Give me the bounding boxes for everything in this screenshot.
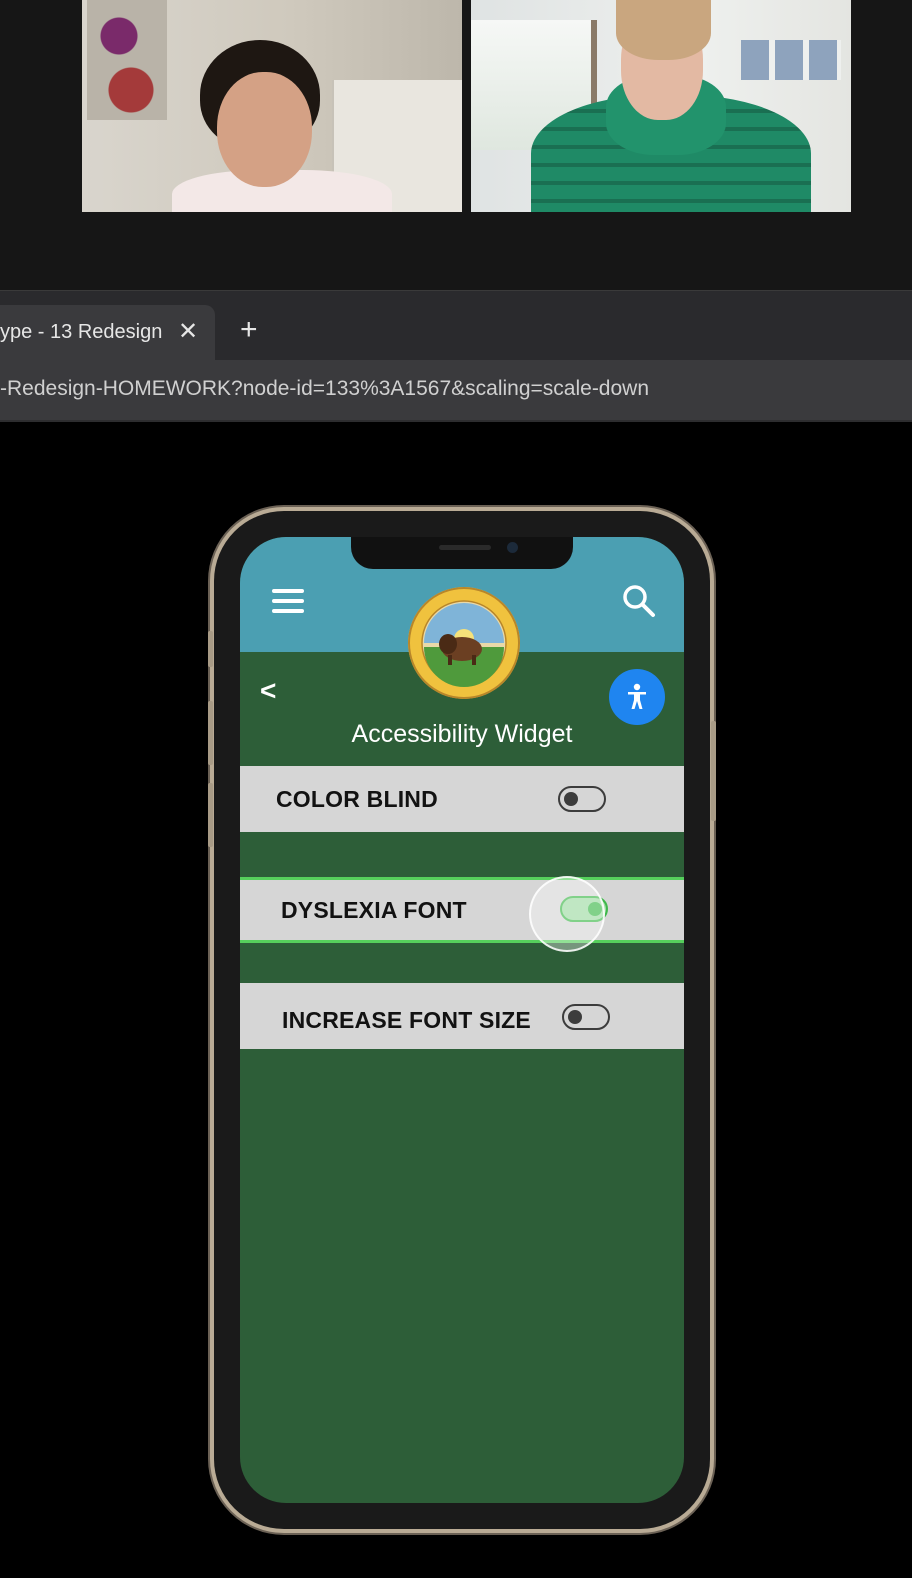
menu-icon[interactable] — [272, 589, 304, 613]
volume-down-button — [208, 783, 213, 847]
accessibility-person-icon — [628, 683, 646, 709]
browser-tab-bar: ype - 13 Redesign ✕ + — [0, 290, 912, 361]
option-row-color-blind: COLOR BLIND — [240, 766, 684, 832]
option-row-increase-font-size: INCREASE FONT SIZE — [240, 983, 684, 1049]
power-button — [711, 721, 716, 821]
phone-frame: < Accessibility Widget COLOR BLIND DYSLE… — [208, 511, 716, 1529]
option-label: COLOR BLIND — [276, 786, 438, 812]
browser-tab[interactable]: ype - 13 Redesign ✕ — [0, 305, 215, 361]
touch-indicator — [529, 876, 605, 952]
address-bar[interactable]: -Redesign-HOMEWORK?node-id=133%3A1567&sc… — [0, 360, 912, 422]
option-label: INCREASE FONT SIZE — [282, 1007, 531, 1033]
close-icon[interactable]: ✕ — [178, 317, 198, 346]
department-seal-logo — [408, 587, 520, 699]
video-call-strip — [0, 0, 912, 290]
mute-switch — [208, 631, 213, 667]
tab-title: ype - 13 Redesign — [0, 321, 163, 343]
new-tab-button[interactable]: + — [240, 315, 258, 345]
increase-font-size-toggle[interactable] — [562, 1004, 610, 1030]
phone-screen: < Accessibility Widget COLOR BLIND DYSLE… — [240, 537, 684, 1503]
search-icon[interactable] — [622, 584, 656, 618]
volume-up-button — [208, 701, 213, 765]
color-blind-toggle[interactable] — [558, 786, 606, 812]
participant-video-2 — [471, 0, 851, 212]
notch — [351, 537, 573, 569]
accessibility-button[interactable] — [609, 669, 665, 725]
page-title: Accessibility Widget — [351, 720, 573, 748]
back-button[interactable]: < — [260, 675, 276, 707]
url-text: -Redesign-HOMEWORK?node-id=133%3A1567&sc… — [0, 377, 650, 400]
option-label: DYSLEXIA FONT — [281, 897, 467, 923]
participant-video-1 — [82, 0, 462, 212]
option-row-dyslexia-font: DYSLEXIA FONT — [240, 877, 684, 943]
